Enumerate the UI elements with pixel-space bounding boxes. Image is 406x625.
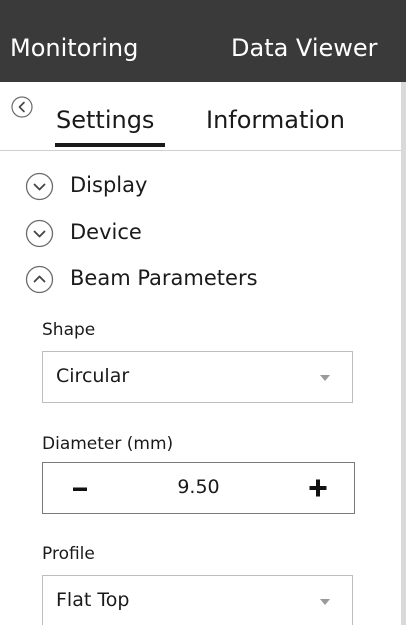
profile-value: Flat Top [56,589,130,611]
active-tab-indicator [55,143,165,147]
diameter-value[interactable]: 9.50 [103,476,294,498]
caret-down-icon [320,599,330,605]
minus-icon[interactable] [68,477,92,501]
diameter-label: Diameter (mm) [42,434,174,454]
section-beam-parameters-label: Beam Parameters [70,266,258,290]
chevron-down-circle-icon [25,219,54,248]
section-display-label: Display [70,173,148,197]
section-device-label: Device [70,220,142,244]
panel-edge [401,82,406,625]
plus-icon[interactable] [306,476,330,500]
shape-label: Shape [42,320,96,340]
shape-dropdown[interactable]: Circular [42,351,353,403]
top-navigation-bar: Monitoring Data Viewer [0,0,406,82]
tab-bar: Settings Information [0,82,406,151]
chevron-down-circle-icon [25,172,54,201]
profile-label: Profile [42,544,95,564]
app-window: Monitoring Data Viewer Settings Informat… [0,0,406,625]
diameter-stepper: 9.50 [42,462,355,514]
topnav-data-viewer[interactable]: Data Viewer [231,0,378,82]
shape-value: Circular [56,365,130,387]
back-icon[interactable] [11,96,33,118]
profile-dropdown[interactable]: Flat Top [42,575,353,625]
chevron-up-circle-icon [25,265,54,294]
topnav-monitoring[interactable]: Monitoring [10,0,138,82]
tab-information[interactable]: Information [206,106,345,134]
tab-settings[interactable]: Settings [56,106,154,134]
caret-down-icon [320,375,330,381]
